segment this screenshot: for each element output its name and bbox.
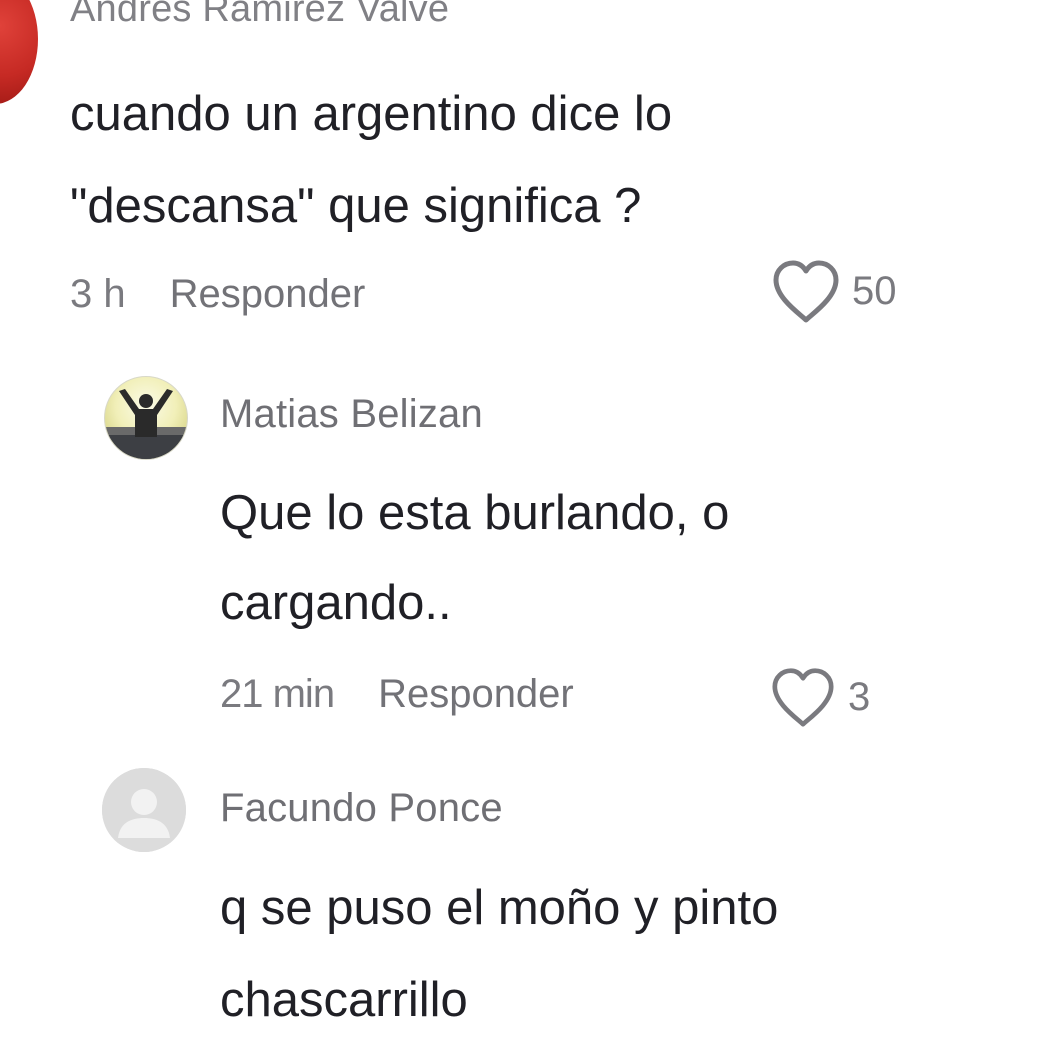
like-button[interactable]: 3 xyxy=(768,666,870,728)
comment-text-line: cuando un argentino dice lo xyxy=(70,87,673,141)
comment-time: 3 h xyxy=(70,272,126,316)
comment-author[interactable]: Andres Ramirez Valve xyxy=(70,0,449,31)
comment-text-line: "descansa" que significa ? xyxy=(70,179,642,233)
comment-text-line: q se puso el moño y pinto xyxy=(220,881,779,935)
like-count: 3 xyxy=(848,674,871,719)
like-button[interactable]: 50 xyxy=(770,258,897,324)
avatar[interactable] xyxy=(0,0,38,104)
avatar[interactable] xyxy=(102,768,186,852)
avatar-image xyxy=(105,389,187,459)
comment-text-line: Que lo esta burlando, o xyxy=(220,486,730,540)
comment-meta: 21 min Responder xyxy=(220,672,574,717)
like-count: 50 xyxy=(852,268,897,313)
avatar[interactable] xyxy=(104,376,188,460)
comment-text: Que lo esta burlando, o cargando.. xyxy=(220,468,729,648)
reply-button[interactable]: Responder xyxy=(378,672,574,717)
comment-text-line: chascarrillo xyxy=(220,973,468,1027)
comment-author[interactable]: Matias Belizan xyxy=(220,392,483,437)
user-placeholder-icon xyxy=(102,768,186,852)
comment-text: cuando un argentino dice lo "descansa" q… xyxy=(70,68,672,252)
heart-outline-icon xyxy=(768,666,838,728)
reply-comment: Matias Belizan Que lo esta burlando, o c… xyxy=(0,360,1064,750)
comment-time: 21 min xyxy=(220,672,335,716)
comment-text-line: cargando.. xyxy=(220,576,452,630)
heart-outline-icon xyxy=(770,258,842,324)
comment-author[interactable]: Facundo Ponce xyxy=(220,786,503,831)
comment-meta: 3 h Responder xyxy=(70,272,365,317)
comment: Andres Ramirez Valve cuando un argentino… xyxy=(0,0,1064,340)
reply-comment: Facundo Ponce q se puso el moño y pinto … xyxy=(0,760,1064,1045)
reply-button[interactable]: Responder xyxy=(170,272,366,317)
comment-text: q se puso el moño y pinto chascarrillo xyxy=(220,862,778,1045)
